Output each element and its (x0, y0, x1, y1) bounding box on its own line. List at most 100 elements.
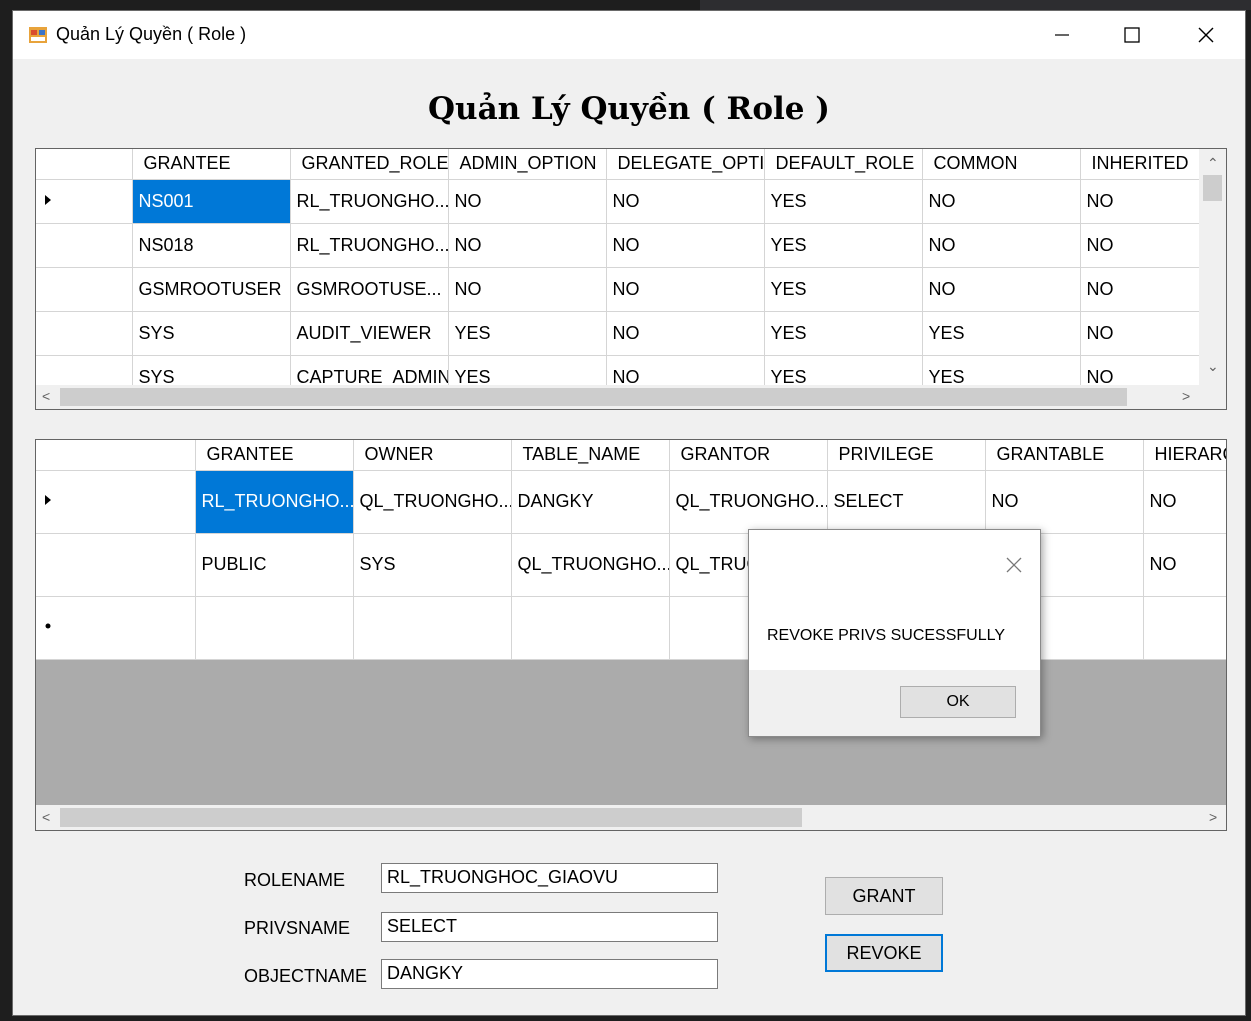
column-header[interactable]: INHERITED (1080, 149, 1200, 180)
table-row[interactable]: NS001 RL_TRUONGHO... NO NO YES NO NO (36, 179, 1200, 224)
scroll-left-icon[interactable]: < (42, 389, 50, 403)
table-cell[interactable]: NS001 (132, 179, 291, 224)
column-header[interactable]: OWNER (353, 440, 512, 471)
table-cell[interactable]: NO (448, 223, 607, 268)
objectname-field[interactable]: DANGKY (381, 959, 718, 989)
minimize-button[interactable] (1033, 11, 1091, 59)
table-cell[interactable]: NO (1080, 311, 1200, 356)
scrollbar-thumb[interactable] (1203, 175, 1222, 201)
table-cell[interactable]: NO (1080, 267, 1200, 312)
table-cell[interactable] (511, 596, 670, 660)
close-button[interactable] (1177, 11, 1235, 59)
table-cell[interactable]: QL_TRUONGHO... (669, 470, 828, 534)
column-header[interactable]: TABLE_NAME (511, 440, 670, 471)
table-cell[interactable]: RL_TRUONGHO... (290, 223, 449, 268)
scroll-right-icon[interactable]: > (1209, 810, 1217, 824)
row-header[interactable] (36, 179, 133, 224)
table-cell[interactable]: NO (1143, 470, 1226, 534)
row-header[interactable] (36, 596, 196, 660)
rolename-field[interactable]: RL_TRUONGHOC_GIAOVU (381, 863, 718, 893)
table-cell[interactable]: GSMROOTUSER (132, 267, 291, 312)
table-cell[interactable]: NS018 (132, 223, 291, 268)
maximize-button[interactable] (1103, 11, 1161, 59)
table-cell[interactable] (1143, 596, 1226, 660)
table-cell[interactable]: NO (922, 179, 1081, 224)
table-cell[interactable]: DANGKY (511, 470, 670, 534)
privileges-header-row: GRANTEE OWNER TABLE_NAME GRANTOR PRIVILE… (36, 440, 1226, 471)
table-cell[interactable]: NO (922, 223, 1081, 268)
scroll-right-icon[interactable]: > (1182, 389, 1190, 403)
dialog-close-icon[interactable] (1005, 556, 1023, 574)
row-header[interactable] (36, 311, 133, 356)
privsname-field[interactable]: SELECT (381, 912, 718, 942)
column-header[interactable]: ADMIN_OPTION (448, 149, 607, 180)
table-cell[interactable]: YES (764, 267, 923, 312)
table-cell[interactable]: QL_TRUONGHO... (353, 470, 512, 534)
column-header[interactable]: HIERARC (1143, 440, 1226, 471)
table-row[interactable]: RL_TRUONGHO... QL_TRUONGHO... DANGKY QL_… (36, 470, 1226, 534)
title-bar: Quản Lý Quyền ( Role ) (13, 11, 1245, 59)
table-cell[interactable]: YES (922, 311, 1081, 356)
table-cell[interactable]: YES (764, 311, 923, 356)
table-row[interactable]: PUBLIC SYS QL_TRUONGHO... QL_TRUONGHO...… (36, 533, 1226, 597)
dialog-footer: OK (749, 670, 1040, 736)
ok-button[interactable]: OK (900, 686, 1016, 718)
privileges-grid[interactable]: GRANTEE OWNER TABLE_NAME GRANTOR PRIVILE… (35, 439, 1227, 831)
table-cell[interactable] (353, 596, 512, 660)
column-header[interactable]: GRANTEE (132, 149, 291, 180)
table-cell[interactable]: RL_TRUONGHO... (290, 179, 449, 224)
column-header[interactable]: GRANTABLE (985, 440, 1144, 471)
scrollbar-thumb[interactable] (60, 388, 1127, 406)
table-cell[interactable]: YES (448, 311, 607, 356)
table-cell[interactable]: GSMROOTUSE... (290, 267, 449, 312)
table-cell[interactable]: SYS (132, 311, 291, 356)
table-cell[interactable]: NO (1143, 533, 1226, 597)
column-header[interactable]: DEFAULT_ROLE (764, 149, 923, 180)
row-header[interactable] (36, 470, 196, 534)
table-cell[interactable]: RL_TRUONGHO... (195, 470, 354, 534)
table-cell[interactable]: NO (606, 311, 765, 356)
roles-grid[interactable]: GRANTEE GRANTED_ROLE ADMIN_OPTION DELEGA… (35, 148, 1227, 410)
row-header[interactable] (36, 223, 133, 268)
row-header[interactable] (36, 533, 196, 597)
message-dialog: REVOKE PRIVS SUCESSFULLY OK (748, 529, 1041, 737)
table-cell[interactable]: AUDIT_VIEWER (290, 311, 449, 356)
row-header[interactable] (36, 267, 133, 312)
table-cell[interactable]: NO (606, 223, 765, 268)
table-row[interactable]: NS018 RL_TRUONGHO... NO NO YES NO NO (36, 223, 1200, 268)
table-cell[interactable]: QL_TRUONGHO... (511, 533, 670, 597)
scroll-down-icon[interactable]: ⌄ (1207, 359, 1219, 373)
table-row[interactable]: GSMROOTUSER GSMROOTUSE... NO NO YES NO N… (36, 267, 1200, 312)
table-cell[interactable]: NO (606, 179, 765, 224)
table-cell[interactable] (195, 596, 354, 660)
column-header[interactable]: GRANTOR (669, 440, 828, 471)
table-cell[interactable]: SYS (353, 533, 512, 597)
table-cell[interactable]: NO (606, 267, 765, 312)
table-cell[interactable]: YES (764, 223, 923, 268)
scroll-left-icon[interactable]: < (42, 810, 50, 824)
scroll-up-icon[interactable]: ⌃ (1207, 156, 1219, 170)
table-cell[interactable]: NO (1080, 179, 1200, 224)
table-cell[interactable]: NO (1080, 223, 1200, 268)
privileges-table: GRANTEE OWNER TABLE_NAME GRANTOR PRIVILE… (36, 440, 1226, 660)
revoke-button[interactable]: REVOKE (825, 934, 943, 972)
table-cell[interactable]: NO (448, 267, 607, 312)
column-header[interactable]: DELEGATE_OPTIC (606, 149, 765, 180)
column-header[interactable]: GRANTED_ROLE (290, 149, 449, 180)
table-cell[interactable]: NO (922, 267, 1081, 312)
table-row[interactable]: SYS AUDIT_VIEWER YES NO YES YES NO (36, 311, 1200, 356)
roles-vertical-scrollbar[interactable]: ⌃ ⌄ (1199, 149, 1226, 385)
grant-button[interactable]: GRANT (825, 877, 943, 915)
table-cell[interactable]: YES (764, 179, 923, 224)
privileges-horizontal-scrollbar[interactable]: < > (36, 805, 1226, 830)
scrollbar-thumb[interactable] (60, 808, 802, 827)
table-cell[interactable]: SELECT (827, 470, 986, 534)
column-header[interactable]: COMMON (922, 149, 1081, 180)
table-cell[interactable]: NO (448, 179, 607, 224)
roles-horizontal-scrollbar[interactable]: < > (36, 385, 1226, 409)
column-header[interactable]: PRIVILEGE (827, 440, 986, 471)
table-cell[interactable]: PUBLIC (195, 533, 354, 597)
column-header[interactable]: GRANTEE (195, 440, 354, 471)
new-row[interactable] (36, 596, 1226, 660)
table-cell[interactable]: NO (985, 470, 1144, 534)
